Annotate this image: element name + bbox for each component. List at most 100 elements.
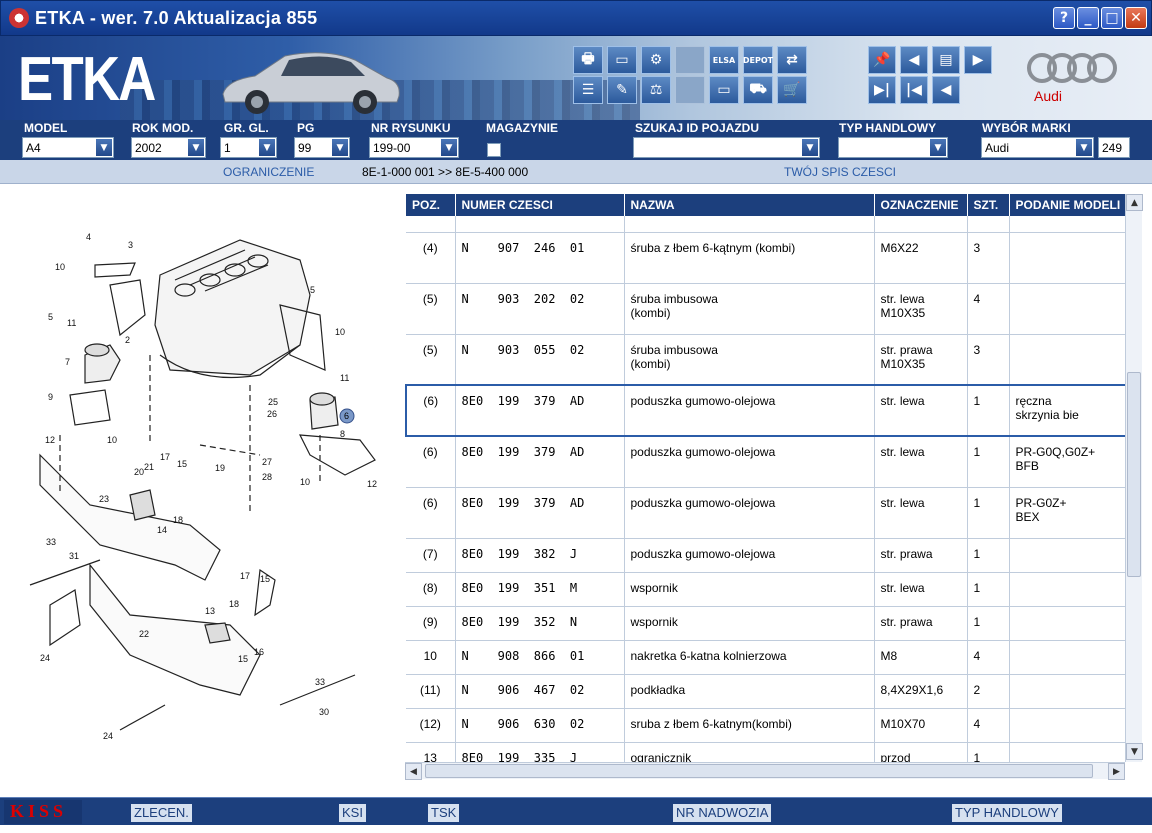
chevron-down-icon[interactable]: ▼ bbox=[1076, 139, 1092, 156]
pin-icon[interactable]: 📌 bbox=[868, 46, 896, 74]
vertical-scrollbar[interactable]: ▲ ▼ bbox=[1125, 194, 1143, 762]
nr-rysunku-select[interactable]: 199-00 ▼ bbox=[369, 137, 459, 158]
audi-logo: Audi bbox=[1022, 52, 1132, 106]
svg-text:22: 22 bbox=[139, 629, 149, 639]
chevron-down-icon[interactable]: ▼ bbox=[259, 139, 275, 156]
next-page-icon[interactable]: ▶ bbox=[964, 46, 992, 74]
last-icon[interactable]: ▶| bbox=[868, 76, 896, 104]
window-icon[interactable]: ▭ bbox=[607, 46, 637, 74]
scroll-thumb-horizontal[interactable] bbox=[425, 764, 1093, 778]
maximize-button[interactable]: □ bbox=[1101, 7, 1123, 29]
cart-transfer-icon[interactable]: ⇄ bbox=[777, 46, 807, 74]
exploded-diagram[interactable]: 4 3 10 5 2 11 7 9 12 10 5 10 11 25 26 8 17 15 19 20 21… bbox=[0, 185, 403, 795]
minimize-button[interactable]: _ bbox=[1077, 7, 1099, 29]
parts-icon[interactable]: ⚙ bbox=[641, 46, 671, 74]
back-icon[interactable]: ◀ bbox=[932, 76, 960, 104]
typ-handlowy-status-button[interactable]: TYP HANDLOWY bbox=[952, 804, 1062, 822]
parts-table: POZ. NUMER CZESCI NAZWA OZNACZENIE SZT. … bbox=[405, 194, 1128, 762]
magazynie-checkbox[interactable] bbox=[487, 143, 501, 157]
chevron-down-icon[interactable]: ▼ bbox=[96, 139, 112, 156]
cell-oznaczenie: str. prawa bbox=[874, 538, 968, 573]
table-row[interactable]: (6) 8E0 199 379 AD poduszka gumowo-olejowa… bbox=[405, 384, 1128, 437]
table-row[interactable]: 10 N 908 866 01 nakretka 6-katna kolnierzo… bbox=[406, 640, 1128, 675]
rok-mod-select[interactable]: 2002 ▼ bbox=[131, 137, 206, 158]
table-row[interactable]: (12) N 906 630 02 sruba z łbem 6-katnym(ko… bbox=[406, 708, 1128, 743]
chevron-down-icon[interactable]: ▼ bbox=[441, 139, 457, 156]
szukaj-select[interactable]: ▼ bbox=[633, 137, 820, 158]
cell-poz: (5) bbox=[406, 334, 456, 386]
printer-icon[interactable]: 🖶 bbox=[573, 46, 603, 74]
prev-page-icon[interactable]: ◀ bbox=[900, 46, 928, 74]
svg-text:28: 28 bbox=[262, 472, 272, 482]
chevron-down-icon[interactable]: ▼ bbox=[930, 139, 946, 156]
audi-brand-label: Audi bbox=[1034, 88, 1063, 104]
cart-icon[interactable]: 🛒 bbox=[777, 76, 807, 104]
chevron-down-icon[interactable]: ▼ bbox=[332, 139, 348, 156]
vehicle-icon[interactable]: ⛟ bbox=[743, 76, 773, 104]
scroll-up-icon[interactable]: ▲ bbox=[1126, 194, 1143, 211]
horizontal-scrollbar[interactable]: ◀ ▶ bbox=[405, 762, 1125, 780]
cell-numer-czesci: N 903 202 02 bbox=[455, 283, 625, 335]
column-header-oznaczenie[interactable]: OZNACZENIE bbox=[874, 194, 968, 216]
column-header-szt[interactable]: SZT. bbox=[967, 194, 1010, 216]
cell-poz: (6) bbox=[405, 384, 456, 437]
scroll-left-icon[interactable]: ◀ bbox=[405, 763, 422, 780]
pg-select[interactable]: 99 ▼ bbox=[294, 137, 350, 158]
kiss-logo[interactable]: KISS bbox=[4, 800, 82, 824]
cell-szt: 1 bbox=[967, 572, 1010, 607]
spis-czesci-link[interactable]: TWÓJ SPIS CZESCI bbox=[784, 165, 896, 179]
list-icon[interactable]: ☰ bbox=[573, 76, 603, 104]
typ-handlowy-select[interactable]: ▼ bbox=[838, 137, 948, 158]
table-row[interactable]: (11) N 906 467 02 podkładka 8,4X29X1,6 2 bbox=[406, 674, 1128, 709]
parts-drawing[interactable]: 4 3 10 5 2 11 7 9 12 10 5 10 11 25 26 8 17 15 19 20 21… bbox=[0, 185, 403, 795]
column-header-poz[interactable]: POZ. bbox=[406, 194, 456, 216]
scale-icon[interactable]: ⚖ bbox=[641, 76, 671, 104]
column-header-podanie-modeli[interactable]: PODANIE MODELI bbox=[1009, 194, 1128, 216]
app-icon[interactable] bbox=[9, 8, 29, 28]
svg-text:15: 15 bbox=[177, 459, 187, 469]
help-button[interactable]: ? bbox=[1053, 7, 1075, 29]
scroll-thumb[interactable] bbox=[1127, 372, 1141, 577]
gr-gl-select[interactable]: 1 ▼ bbox=[220, 137, 277, 158]
wybor-marki-select[interactable]: Audi ▼ bbox=[981, 137, 1094, 158]
devices-icon[interactable]: ▭ bbox=[709, 76, 739, 104]
first-icon[interactable]: |◀ bbox=[900, 76, 928, 104]
nr-nadwozia-button[interactable]: NR NADWOZIA bbox=[673, 804, 772, 822]
cell-podanie-modeli bbox=[1009, 742, 1128, 762]
depot-icon[interactable]: DEPOT bbox=[743, 46, 773, 74]
table-row[interactable]: (7) 8E0 199 382 Jpoduszka gumowo-olejowa s… bbox=[406, 538, 1128, 573]
svg-text:11: 11 bbox=[340, 373, 349, 383]
ksi-button[interactable]: KSI bbox=[339, 804, 366, 822]
column-header-numer-czesci[interactable]: NUMER CZESCI bbox=[455, 194, 625, 216]
table-row[interactable]: (5) N 903 055 02 śruba imbusowa (kombi) str… bbox=[406, 334, 1128, 386]
table-row[interactable]: (8) 8E0 199 351 Mwspornik str. lewa 1 bbox=[406, 572, 1128, 607]
close-button[interactable]: ✕ bbox=[1125, 7, 1147, 29]
svg-text:19: 19 bbox=[215, 463, 225, 473]
cell-poz: (6) bbox=[406, 487, 456, 539]
edit-icon[interactable]: ✎ bbox=[607, 76, 637, 104]
zlecen-button[interactable]: ZLECEN. bbox=[131, 804, 192, 822]
title-bar: ETKA - wer. 7.0 Aktualizacja 855 ? _ □ ✕ bbox=[0, 0, 1152, 36]
cell-szt: 1 bbox=[967, 606, 1010, 641]
svg-text:26: 26 bbox=[267, 409, 277, 419]
tsk-button[interactable]: TSK bbox=[428, 804, 460, 822]
svg-text:24: 24 bbox=[40, 653, 50, 663]
table-row[interactable]: (6) 8E0 199 379 AD poduszka gumowo-olejowa… bbox=[406, 436, 1128, 488]
scroll-right-icon[interactable]: ▶ bbox=[1108, 763, 1125, 780]
model-select[interactable]: A4 ▼ bbox=[22, 137, 114, 158]
scroll-down-icon[interactable]: ▼ bbox=[1126, 743, 1143, 760]
table-row[interactable]: (6) 8E0 199 379 AD poduszka gumowo-olejowa… bbox=[406, 487, 1128, 539]
table-row[interactable]: (9) 8E0 199 352 Nwspornik str. prawa 1 bbox=[406, 606, 1128, 641]
cell-poz: (6) bbox=[406, 436, 456, 488]
cell-podanie-modeli bbox=[1009, 640, 1128, 675]
chevron-down-icon[interactable]: ▼ bbox=[802, 139, 818, 156]
column-header-nazwa[interactable]: NAZWA bbox=[624, 194, 875, 216]
cell-oznaczenie: str. lewa bbox=[874, 384, 968, 437]
table-row[interactable]: 13 8E0 199 335 Jogranicznik przod 1 bbox=[406, 742, 1128, 762]
page-icon[interactable]: ▤ bbox=[932, 46, 960, 74]
elsa-icon[interactable]: ELSA bbox=[709, 46, 739, 74]
cell-numer-czesci: 8E0 199 351 M bbox=[455, 572, 625, 607]
table-row[interactable]: (5) N 903 202 02 śruba imbusowa (kombi) str… bbox=[406, 283, 1128, 335]
table-row[interactable]: (4) N 907 246 01 śruba z łbem 6-kątnym (ko… bbox=[406, 232, 1128, 284]
chevron-down-icon[interactable]: ▼ bbox=[188, 139, 204, 156]
